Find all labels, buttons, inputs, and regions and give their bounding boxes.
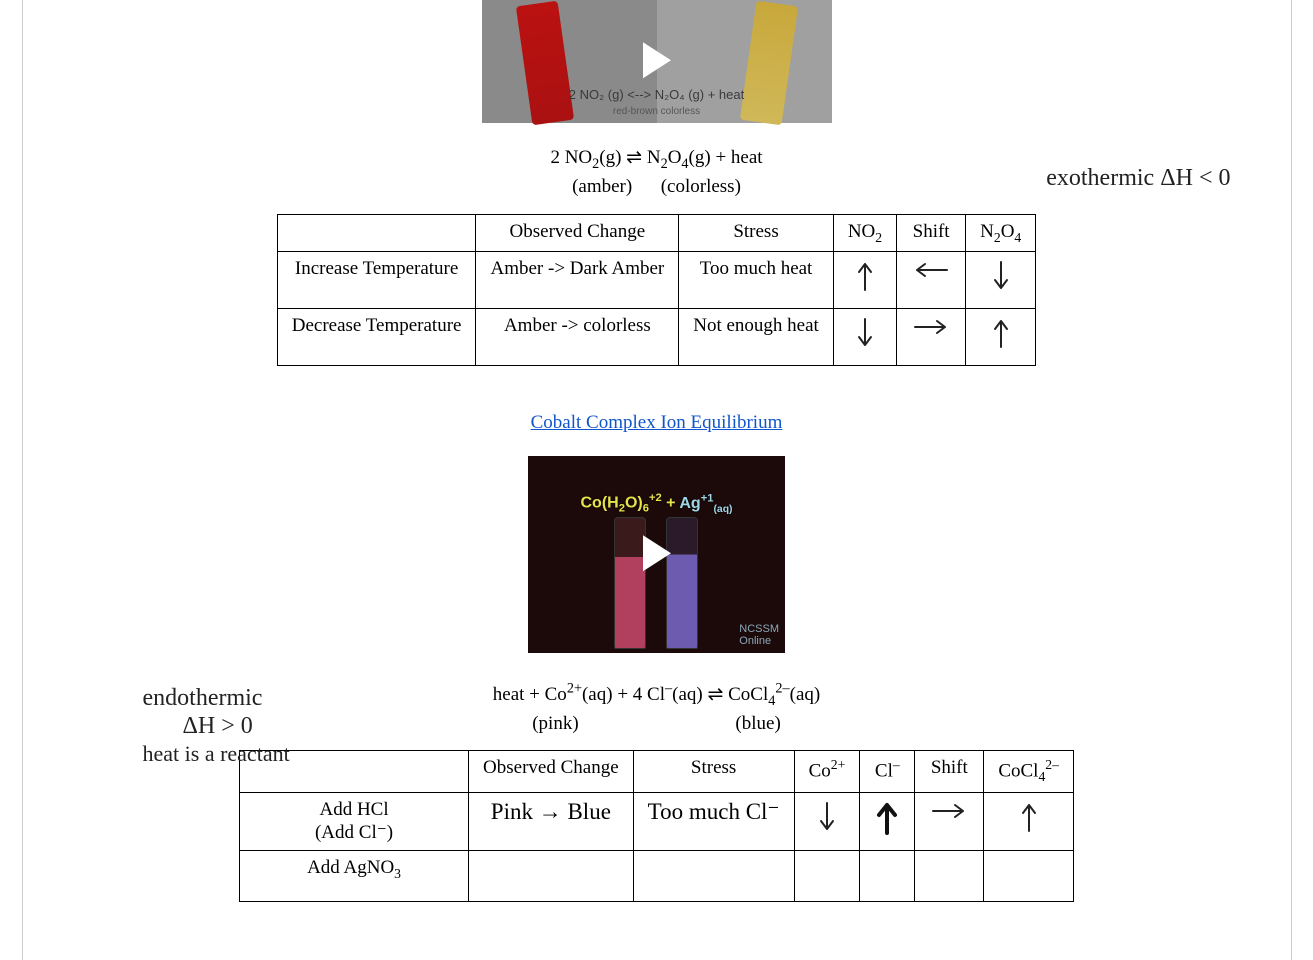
t2-r1-shift-arrow (915, 792, 984, 850)
arrow-right-icon (929, 799, 969, 823)
t2-r1-label: Add HCl (Add Cl⁻) (240, 792, 469, 850)
t1-r2-label: Decrease Temperature (277, 309, 476, 366)
equation-cobalt-formula: heat + Co2+(aq) + 4 Cl–(aq) ⇌ CoCl42–(aq… (493, 684, 820, 705)
t1-h-no2: NO2 (833, 214, 896, 252)
t2-r2-co-arrow (794, 850, 860, 901)
t2-r1-co-arrow (794, 792, 860, 850)
t1-h-stress: Stress (679, 214, 834, 252)
t2-r2-observed (469, 850, 634, 901)
t2-r1-cl-arrow (860, 792, 915, 850)
equation-no2-formula: 2 NO2(g) ⇌ N2O4(g) + heat (550, 147, 762, 168)
arrow-down-icon (853, 315, 877, 351)
t1-r1-stress: Too much heat (679, 252, 834, 309)
t1-r1-shift-arrow (897, 252, 966, 309)
t2-r2-stress (633, 850, 794, 901)
t2-h-cocl4: CoCl42– (984, 751, 1074, 792)
t1-r2-no2-arrow (833, 309, 896, 366)
t2-r1-cocl-arrow (984, 792, 1074, 850)
t1-r1-n2o4-arrow (966, 252, 1036, 309)
t1-r2-shift-arrow (897, 309, 966, 366)
arrow-up-icon (1017, 799, 1041, 835)
video2-watermark-line1: NCSSM (739, 623, 779, 635)
video1-overlay-text: 2 NO₂ (g) <--> N₂O₄ (g) + heat red-brown… (482, 87, 832, 117)
t2-r1-label-line2: (Add Cl⁻) (315, 822, 393, 843)
arrow-up-bold-icon (874, 799, 900, 837)
t1-r1-no2-arrow (833, 252, 896, 309)
t1-r2-n2o4-arrow (966, 309, 1036, 366)
t2-r2-label-line1: Add AgNO3 (307, 857, 401, 878)
t2-r1-label-line1: Add HCl (319, 799, 388, 820)
arrow-down-icon (815, 799, 839, 835)
table-cobalt: Observed Change Stress Co2+ Cl– Shift Co… (239, 750, 1074, 901)
video-thumbnail-no2[interactable]: 2 NO₂ (g) <--> N₂O₄ (g) + heat red-brown… (482, 0, 832, 123)
play-icon (643, 535, 671, 571)
cobalt-link[interactable]: Cobalt Complex Ion Equilibrium (43, 412, 1271, 434)
t1-r2-observed: Amber -> colorless (476, 309, 679, 366)
t2-h-stress: Stress (633, 751, 794, 792)
t1-h-shift: Shift (897, 214, 966, 252)
arrow-up-icon (853, 258, 877, 294)
t1-h-observed: Observed Change (476, 214, 679, 252)
t2-h-co: Co2+ (794, 751, 860, 792)
t2-r2-shift-arrow (915, 850, 984, 901)
handwriting-endothermic: endothermic ΔH > 0 heat is a reactant (143, 685, 403, 768)
t1-h-empty (277, 214, 476, 252)
t1-r1-label: Increase Temperature (277, 252, 476, 309)
arrow-left-icon (911, 258, 951, 282)
handwriting-endothermic-line1: endothermic (143, 685, 263, 711)
play-icon (643, 42, 671, 78)
t2-r2-cl-arrow (860, 850, 915, 901)
video1-overlay-line2: red-brown colorless (613, 106, 700, 117)
t1-r1-observed: Amber -> Dark Amber (476, 252, 679, 309)
handwriting-endothermic-line2: ΔH > 0 (183, 713, 253, 739)
t2-r1-observed: Pink → Blue (469, 792, 634, 850)
arrow-right-icon (911, 315, 951, 339)
video2-blue-tube (666, 517, 698, 649)
t1-r2-stress: Not enough heat (679, 309, 834, 366)
video2-watermark-line2: Online (739, 635, 771, 647)
handwriting-endothermic-line3: heat is a reactant (143, 741, 290, 766)
video2-pink-tube (614, 517, 646, 649)
t1-h-n2o4: N2O4 (966, 214, 1036, 252)
handwriting-exothermic: exothermic ΔH < 0 (1046, 165, 1230, 193)
video1-overlay-line1: 2 NO₂ (g) <--> N₂O₄ (g) + heat (569, 87, 744, 102)
t2-r2-cocl-arrow (984, 850, 1074, 901)
table-no2: Observed Change Stress NO2 Shift N2O4 In… (277, 214, 1037, 367)
t2-h-observed: Observed Change (469, 751, 634, 792)
t2-h-shift: Shift (915, 751, 984, 792)
t2-h-cl: Cl– (860, 751, 915, 792)
video2-overlay-text: Co(H2O)6+2 + Ag+1(aq) (528, 492, 785, 515)
arrow-up-icon (989, 315, 1013, 351)
arrow-down-icon (989, 258, 1013, 294)
video2-watermark: NCSSM Online (739, 624, 779, 647)
t2-r2-label: Add AgNO3 (240, 850, 469, 901)
t2-r1-stress: Too much Cl⁻ (633, 792, 794, 850)
video-thumbnail-cobalt[interactable]: Co(H2O)6+2 + Ag+1(aq) NCSSM Online (528, 456, 785, 653)
